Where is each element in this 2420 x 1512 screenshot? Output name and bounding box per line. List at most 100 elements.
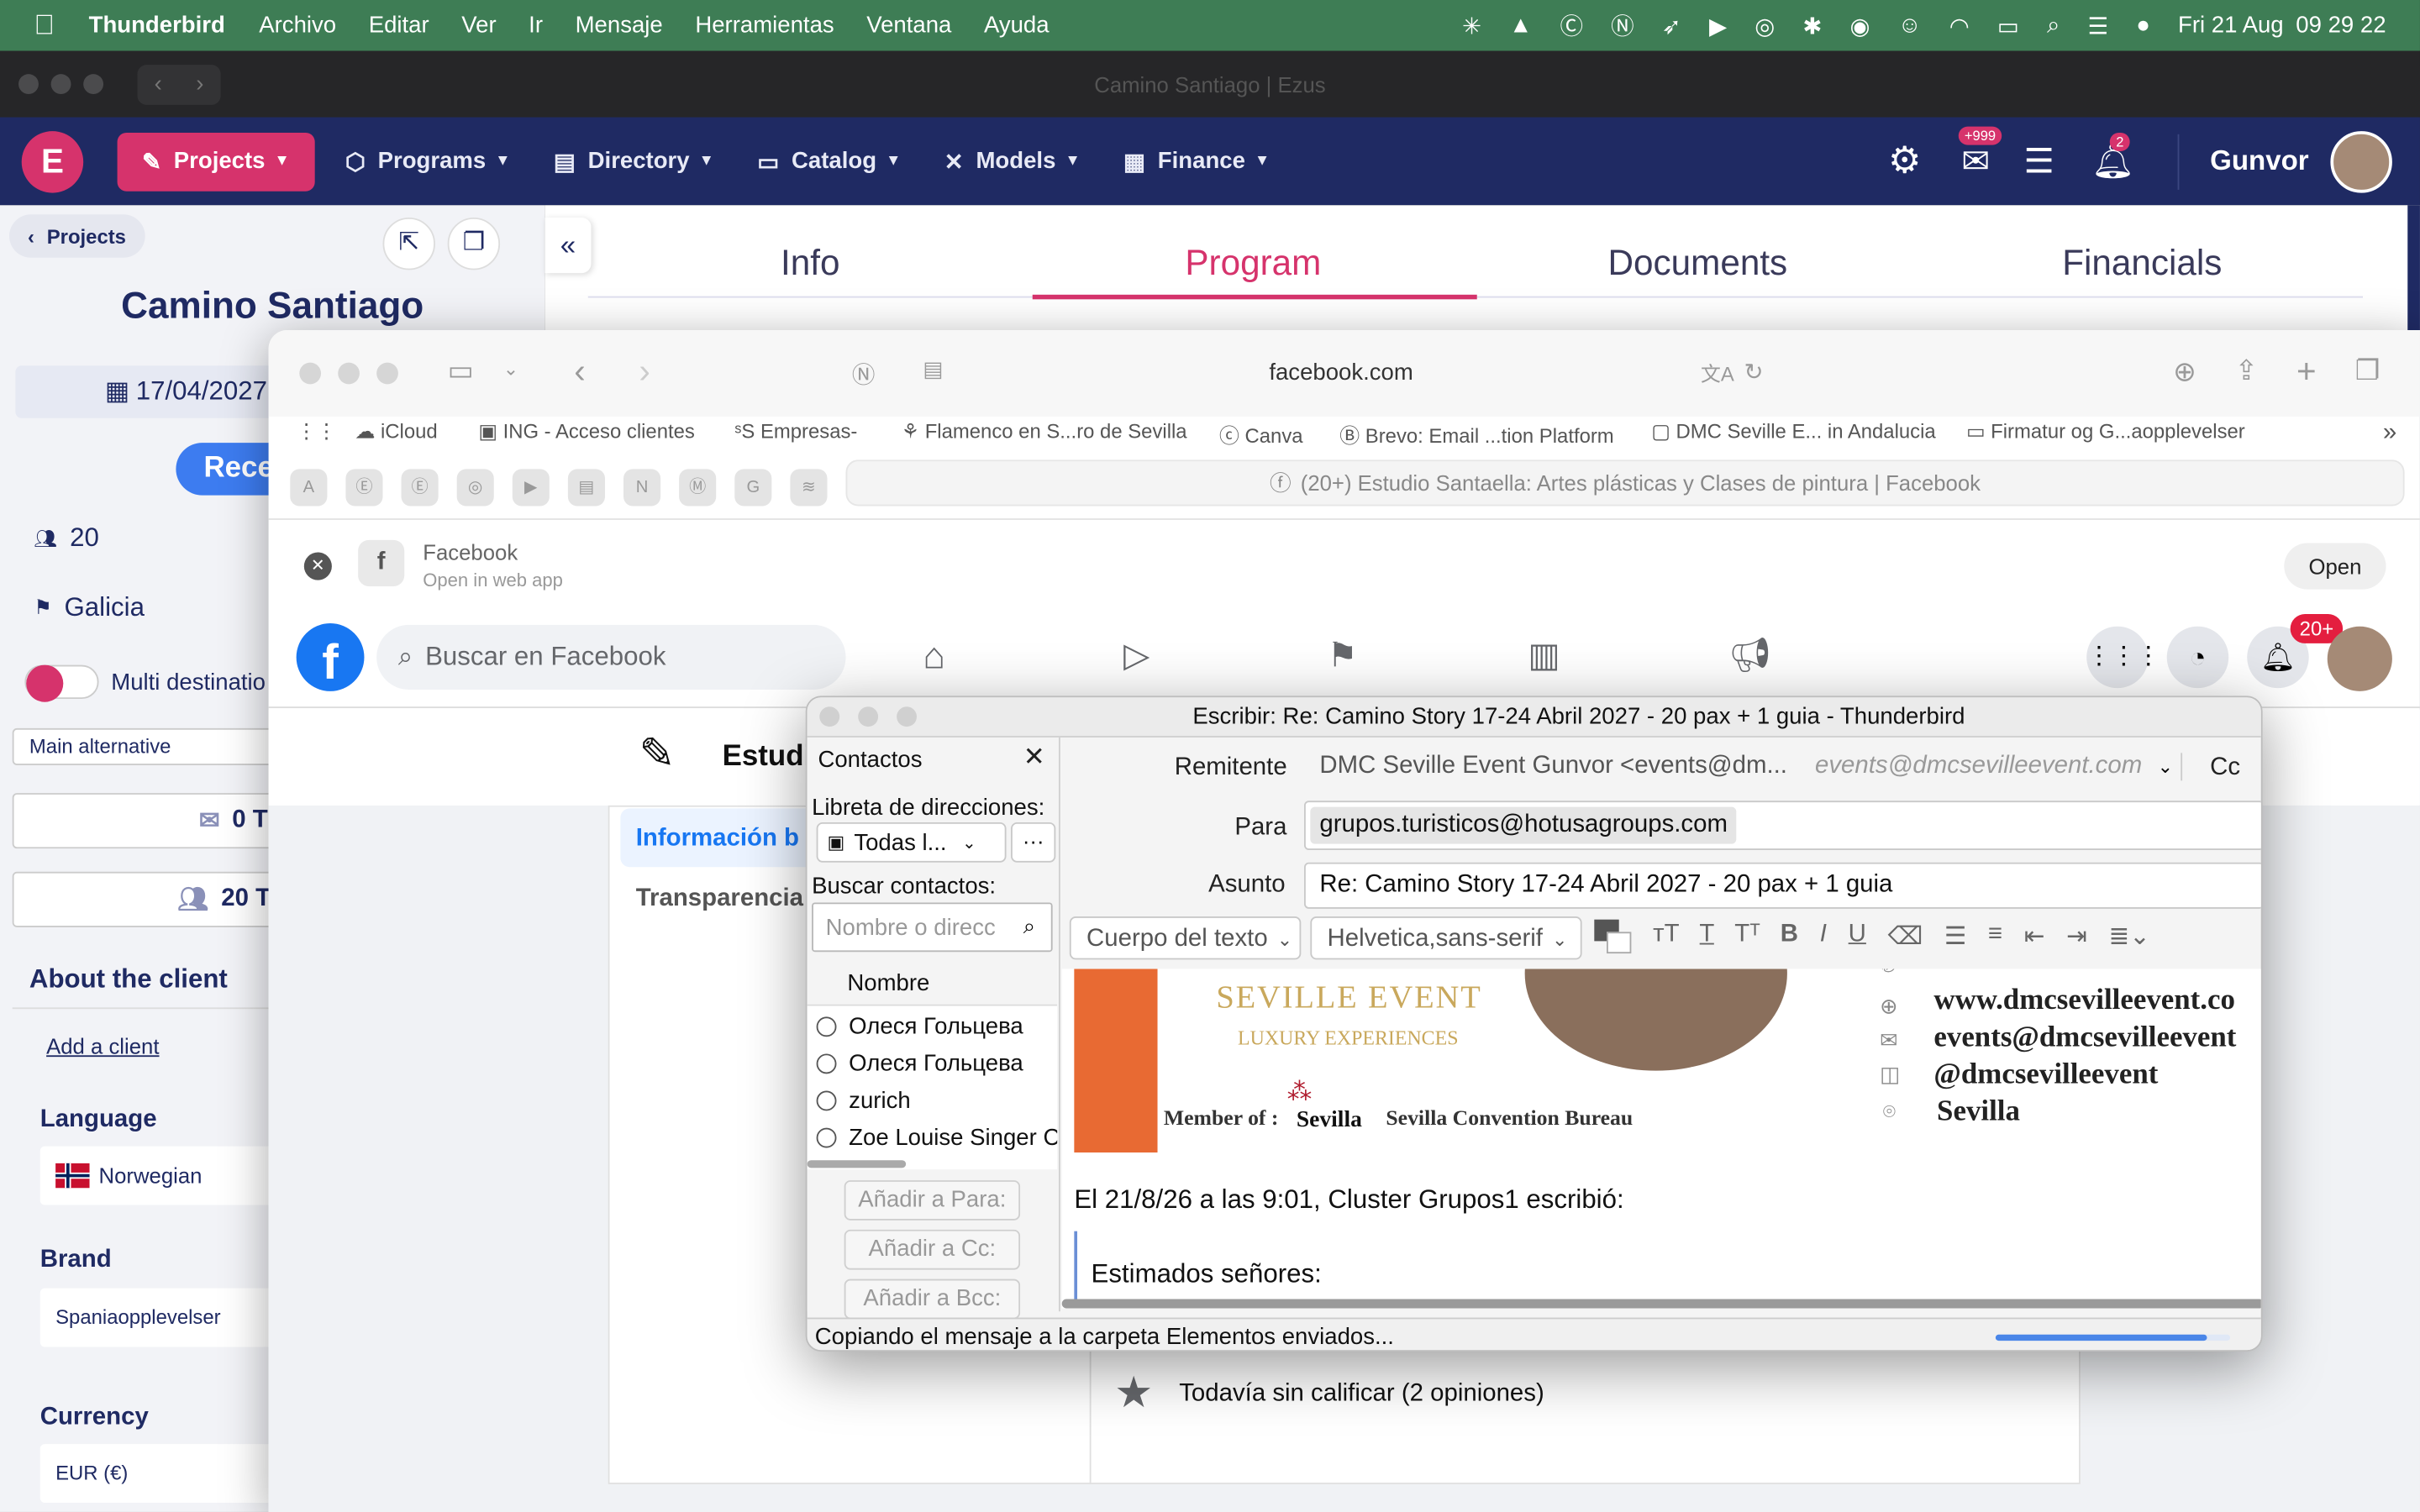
favorite-m-icon[interactable]: Ⓜ — [679, 469, 717, 507]
page-logo[interactable]: ✎ — [639, 728, 694, 784]
status-sun-icon[interactable]: ✳ — [1462, 12, 1481, 39]
contact-item[interactable]: Олеся Гольцева — [816, 1014, 1023, 1040]
favorite-notion-icon[interactable]: N — [623, 469, 661, 507]
text-color-button[interactable] — [1594, 919, 1634, 957]
contacts-scrollbar[interactable] — [807, 1160, 907, 1168]
accessibility-icon[interactable]: ◉ — [1849, 12, 1870, 39]
font-select[interactable]: Helvetica,sans-serif ⌄ — [1310, 916, 1582, 960]
back-to-projects[interactable]: ‹ Projects — [9, 214, 145, 258]
safari-minimize-button[interactable] — [338, 362, 360, 385]
open-web-app-button[interactable]: Open — [2284, 543, 2386, 590]
menu-editar[interactable]: Editar — [369, 13, 429, 39]
nav-programs[interactable]: ⬡ Programs ▼ — [345, 147, 511, 175]
favorite-window-icon[interactable]: ▤ — [567, 469, 605, 507]
status-c-icon[interactable]: Ⓒ — [1560, 9, 1584, 42]
reader-icon[interactable]: ▤ — [923, 356, 943, 382]
text-reset-icon[interactable]: T̲ — [1699, 921, 1714, 953]
cc-button[interactable]: Cc — [2210, 754, 2240, 782]
info-link[interactable]: Información b — [620, 808, 837, 868]
facebook-logo[interactable]: f — [296, 623, 365, 691]
add-client-link[interactable]: Add a client — [46, 1034, 159, 1058]
body-scrollbar[interactable] — [1061, 1299, 2261, 1309]
messenger-button[interactable]: ◔ — [2166, 626, 2229, 689]
minimize-window-button[interactable] — [50, 74, 71, 95]
user-icon[interactable]: ☺ — [1898, 13, 1922, 39]
subject-field[interactable]: Re: Camino Story 17-24 Abril 2027 - 20 p… — [1304, 862, 2261, 909]
add-cc-button[interactable]: Añadir a Cc: — [844, 1229, 1021, 1270]
chevron-down-icon[interactable]: ⌄ — [503, 358, 518, 380]
share-icon[interactable]: ⇪ — [2235, 354, 2259, 387]
control-center-icon[interactable]: ☰ — [2088, 12, 2109, 39]
tab-back-icon[interactable]: ‹ — [155, 71, 162, 97]
gaming-icon[interactable]: ▥ — [1528, 636, 1560, 676]
status-play-icon[interactable]: ▶ — [1709, 12, 1727, 39]
facebook-search[interactable]: ⌕ Buscar en Facebook — [376, 624, 846, 690]
bullet-list-icon[interactable]: ☰ — [1944, 921, 1966, 953]
search-contacts-field[interactable]: Nombre o direcc — [812, 902, 1053, 953]
video-icon[interactable]: ▷ — [1123, 636, 1150, 676]
tab-info[interactable]: Info — [656, 242, 965, 284]
add-to-button[interactable]: Añadir a Para: — [844, 1180, 1021, 1221]
duplicate-button[interactable]: ❐ — [447, 217, 501, 270]
dismiss-banner-button[interactable]: ✕ — [303, 552, 332, 580]
bookmarks-overflow-icon[interactable]: » — [2383, 420, 2396, 448]
clear-format-icon[interactable]: ⌫ — [1888, 921, 1923, 953]
download-icon[interactable]: ⊕ — [2173, 356, 2196, 389]
tab-forward-icon[interactable]: › — [196, 71, 203, 97]
favorite-globe-icon[interactable]: ◎ — [456, 469, 494, 507]
user-name[interactable]: Gunvor — [2210, 145, 2309, 178]
menu-archivo[interactable]: Archivo — [259, 13, 336, 39]
status-fingerprint-icon[interactable]: ◎ — [1754, 12, 1775, 39]
favorite-ezus-icon[interactable]: Ⓔ — [345, 469, 383, 507]
collapse-sidebar-button[interactable]: « — [544, 217, 592, 274]
tab-program[interactable]: Program — [1099, 242, 1407, 284]
italic-icon[interactable]: I — [1820, 921, 1827, 953]
favorite-wave-icon[interactable]: ≋ — [790, 469, 828, 507]
new-tab-icon[interactable]: + — [2296, 352, 2317, 392]
nav-catalog[interactable]: ▭ Catalog ▼ — [757, 147, 901, 175]
nav-finance[interactable]: ▦ Finance ▼ — [1123, 147, 1270, 175]
contact-item[interactable]: zurich — [816, 1088, 911, 1114]
menu-ayuda[interactable]: Ayuda — [984, 13, 1050, 39]
favorite-youtube-icon[interactable]: ▶ — [512, 469, 550, 507]
contact-item[interactable]: Олеся Гольцева — [816, 1051, 1023, 1077]
text-larger-icon[interactable]: Tᵀ — [1734, 921, 1760, 953]
format-select[interactable]: Cuerpo del texto ⌄ — [1069, 916, 1302, 960]
nav-projects[interactable]: ✎ Projects ▼ — [117, 132, 315, 191]
status-app-icon[interactable]: ▲ — [1509, 13, 1532, 39]
close-contacts-icon[interactable]: ✕ — [1023, 742, 1045, 773]
addressbook-select[interactable]: ▣ Todas l... ⌄ — [816, 822, 1007, 863]
forward-icon[interactable]: › — [639, 352, 650, 392]
underline-icon[interactable]: U — [1849, 921, 1866, 953]
menu-grid-button[interactable]: ⋮⋮⋮ — [2086, 626, 2160, 689]
menubar-date[interactable]: Fri 21 Aug — [2178, 13, 2284, 39]
text-smaller-icon[interactable]: ᴛT — [1653, 921, 1679, 953]
favorite-g-icon[interactable]: G — [734, 469, 772, 507]
compose-close-button[interactable] — [819, 706, 840, 727]
tab-documents[interactable]: Documents — [1544, 242, 1852, 284]
avatar[interactable] — [2330, 130, 2392, 192]
notion-icon[interactable]: Ⓝ — [852, 358, 876, 391]
open-external-button[interactable]: ⇱ — [382, 217, 435, 270]
mail-button[interactable]: ✉ +999 — [1958, 125, 2002, 181]
apps-grid-icon[interactable]: ⋮⋮ — [297, 420, 337, 444]
compose-zoom-button[interactable] — [897, 706, 917, 727]
bookmark-brevo[interactable]: Ⓑ Brevo: Email ...tion Platform — [1339, 420, 1613, 449]
tabs-overview-icon[interactable]: ❐ — [2355, 354, 2381, 387]
gear-icon[interactable]: ⚙ — [1888, 139, 1922, 183]
to-field[interactable]: grupos.turisticos@hotusagroups.com — [1304, 801, 2261, 851]
nav-directory[interactable]: ▤ Directory ▼ — [554, 147, 714, 175]
status-rocket-icon[interactable]: ➶ — [1662, 12, 1681, 39]
bookmark-flamenco[interactable]: ⚘ Flamenco en S...ro de Sevilla — [902, 420, 1187, 444]
compose-minimize-button[interactable] — [858, 706, 879, 727]
message-body[interactable]: SEVILLE EVENT LUXURY EXPERIENCES Member … — [1061, 969, 2261, 1309]
from-select[interactable]: DMC Seville Event Gunvor <events@dm... e… — [1304, 743, 2173, 790]
wifi-icon[interactable]: ◠ — [1949, 12, 1970, 39]
menubar-time[interactable]: 09 29 22 — [2296, 13, 2386, 39]
back-icon[interactable]: ‹ — [574, 352, 585, 392]
zoom-window-button[interactable] — [83, 74, 104, 95]
bookmark-dmc[interactable]: ▢ DMC Seville E... in Andalucia — [1651, 420, 1935, 444]
addressbook-more-button[interactable]: ··· — [1011, 822, 1056, 863]
bold-icon[interactable]: B — [1781, 921, 1798, 953]
nav-models[interactable]: ✕ Models ▼ — [944, 147, 1081, 175]
